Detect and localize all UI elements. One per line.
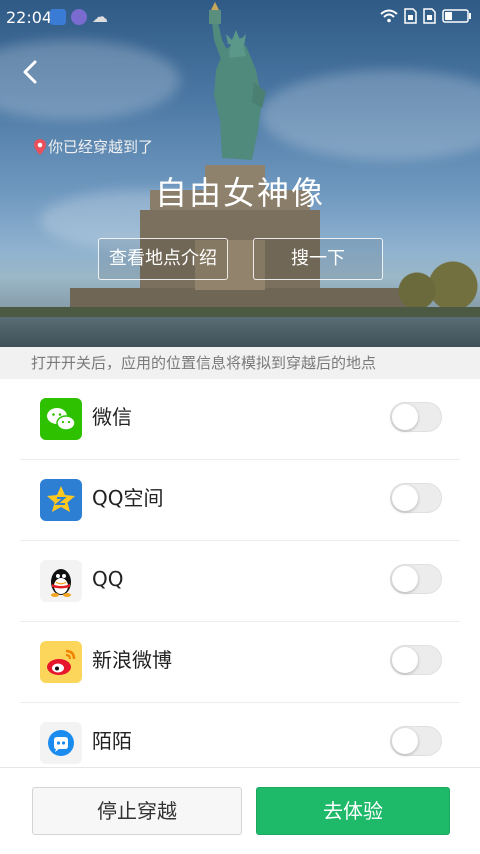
bottom-action-bar: 停止穿越 去体验 (0, 767, 480, 854)
weibo-icon (40, 641, 82, 683)
stop-travel-button[interactable]: 停止穿越 (32, 787, 242, 835)
app-name: QQ (92, 567, 124, 591)
go-experience-button[interactable]: 去体验 (256, 787, 450, 835)
view-place-intro-button[interactable]: 查看地点介绍 (98, 238, 228, 280)
back-button[interactable] (20, 58, 48, 92)
battery-icon (442, 9, 471, 23)
wechat-icon (40, 398, 82, 440)
notification-app-icon (71, 9, 87, 25)
search-place-button[interactable]: 搜一下 (253, 238, 383, 280)
wifi-icon (380, 9, 398, 23)
location-pin-icon (34, 138, 46, 155)
qzone-toggle[interactable] (390, 483, 442, 513)
weather-icon: ☁ (92, 7, 108, 26)
app-name: 新浪微博 (92, 648, 172, 672)
sim-card-2-icon (423, 8, 436, 24)
list-item-qq: QQ (20, 541, 460, 622)
momo-toggle[interactable] (390, 726, 442, 756)
app-list: 微信 QQ空间 QQ 新浪微博 陌陌 (0, 379, 480, 784)
place-name: 自由女神像 (154, 174, 325, 212)
app-name: 微信 (92, 405, 132, 429)
status-bar: 22:04 ☁ (0, 0, 480, 34)
list-item-qzone: QQ空间 (20, 460, 460, 541)
status-time: 22:04 (6, 8, 53, 27)
here-text: 你已经穿越到了 (48, 138, 154, 156)
wechat-toggle[interactable] (390, 402, 442, 432)
qq-toggle[interactable] (390, 564, 442, 594)
weibo-toggle[interactable] (390, 645, 442, 675)
chevron-left-icon (23, 60, 37, 84)
location-hint: 打开开关后，应用的位置信息将模拟到穿越后的地点 (0, 347, 480, 379)
list-item-wechat: 微信 (20, 379, 460, 460)
sim-card-icon (404, 8, 417, 24)
screenshot-app-icon (50, 9, 66, 25)
app-name: QQ空间 (92, 486, 164, 510)
current-location-label: 你已经穿越到了 (34, 136, 153, 157)
qzone-icon (40, 479, 82, 521)
momo-icon (40, 722, 82, 764)
qq-icon (40, 560, 82, 602)
list-item-weibo: 新浪微博 (20, 622, 460, 703)
